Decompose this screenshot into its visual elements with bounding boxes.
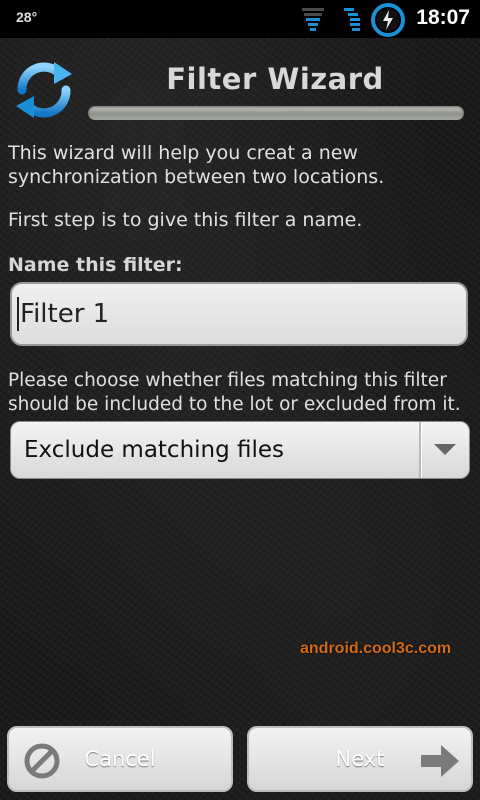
choose-text: Please choose whether files matching thi…: [8, 370, 461, 415]
status-bar: 28° 18:07: [0, 0, 480, 38]
temperature: 28°: [16, 9, 38, 25]
sync-icon: [16, 62, 72, 118]
battery-charging-icon: [371, 3, 405, 37]
chevron-down-icon[interactable]: [421, 422, 469, 478]
next-button[interactable]: Next: [247, 726, 473, 792]
page-title: Filter Wizard: [166, 62, 384, 96]
cancel-label: Cancel: [84, 747, 156, 771]
filter-mode-value: Exclude matching files: [24, 437, 285, 463]
signal-icon: [302, 8, 324, 31]
arrow-right-icon: [421, 745, 459, 777]
intro-text: This wizard will help you creat a new sy…: [8, 142, 385, 188]
cancel-button[interactable]: Cancel: [7, 726, 233, 792]
wifi-icon: [344, 8, 360, 31]
name-label: Name this filter:: [8, 254, 183, 276]
watermark: android.cool3c.com: [300, 640, 452, 657]
filter-mode-select[interactable]: Exclude matching files: [10, 421, 470, 479]
next-label: Next: [335, 747, 385, 771]
cancel-icon: [24, 743, 60, 779]
step-text: First step is to give this filter a name…: [8, 209, 363, 231]
filter-name-input[interactable]: [10, 282, 468, 346]
text-caret: [17, 297, 19, 331]
wizard-progress-bar: [88, 106, 464, 120]
clock: 18:07: [416, 6, 470, 29]
